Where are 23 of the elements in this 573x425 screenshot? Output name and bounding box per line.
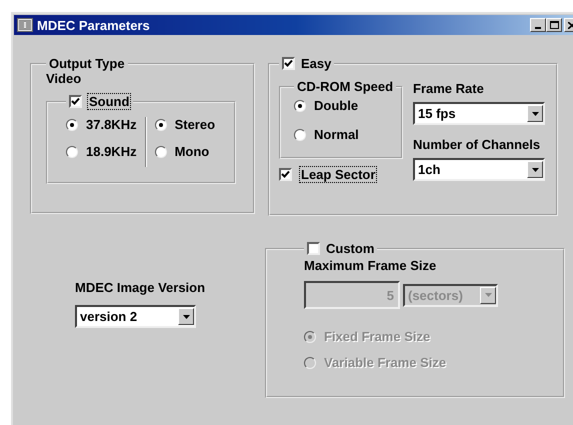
radio-label: 18.9KHz [86,144,137,159]
checkbox-label: Sound [88,94,130,109]
group-title: CD-ROM Speed [296,79,394,94]
checkbox-label: Custom [326,241,374,256]
field-label: Maximum Frame Size [304,258,438,273]
group-title: Output Type [48,56,126,71]
radio-label: Normal [314,127,359,142]
radio-label: Stereo [174,117,216,132]
radio-label: Fixed Frame Size [324,329,430,344]
section-label: Video [46,71,82,86]
radio-label: 37.8KHz [86,117,137,132]
radio-label: Variable Frame Size [324,355,446,370]
field-label: Frame Rate [413,81,485,96]
dropdown[interactable]: 15 fps [413,102,545,125]
dropdown[interactable]: 1ch [413,158,545,181]
field-label: MDEC Image Version [75,280,206,295]
dropdown[interactable]: version 2 [75,305,196,328]
checkbox-label: Easy [301,56,332,71]
window-title: MDEC Parameters [37,18,151,32]
radio-label: Mono [174,144,210,159]
checkbox-label: Leap Sector [300,167,376,182]
radio-label: Double [314,98,358,113]
field-label: Number of Channels [413,137,542,152]
